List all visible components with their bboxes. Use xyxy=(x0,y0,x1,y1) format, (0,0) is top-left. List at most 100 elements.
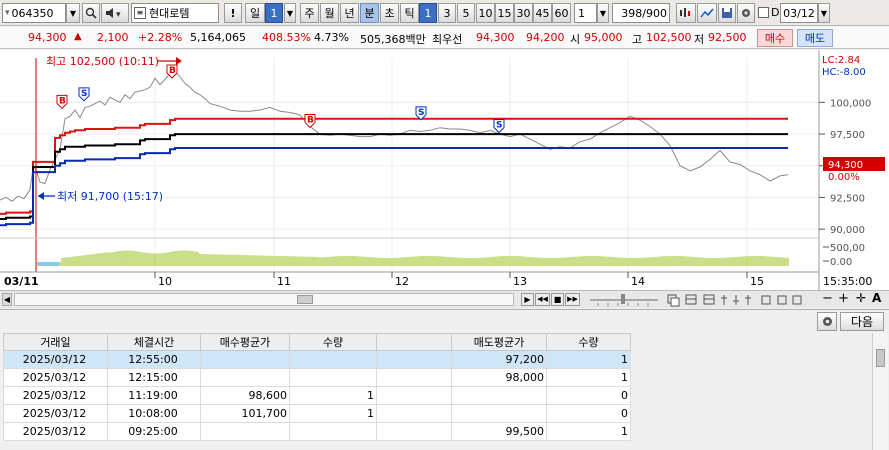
cell-buy-qty xyxy=(289,368,377,387)
buy-signal-marker: B xyxy=(304,113,316,129)
sell-signal-marker: S xyxy=(78,87,90,102)
signal-label: B xyxy=(169,66,176,76)
sound-icon[interactable]: ▾ xyxy=(101,3,129,23)
grid-gear-icon[interactable] xyxy=(817,312,837,331)
cell-sell-avg: 97,200 xyxy=(451,350,547,369)
minute-15-button[interactable]: 15 xyxy=(495,3,514,23)
sell-button[interactable]: 매도 xyxy=(797,29,833,47)
header-sell-qty[interactable]: 수량 xyxy=(546,333,631,351)
table-row[interactable]: 2025/03/12 11:19:00 98,600 1 0 xyxy=(3,386,631,405)
unit-dropdown-button[interactable]: ▼ xyxy=(597,3,609,23)
search-icon[interactable] xyxy=(82,3,100,23)
high-price: 102,500 xyxy=(646,31,692,44)
period-day-count[interactable]: 1 xyxy=(265,3,283,23)
period-second[interactable]: 초 xyxy=(380,3,399,23)
zoom-in-button[interactable]: + xyxy=(838,291,849,306)
header-buy-qty[interactable]: 수량 xyxy=(289,333,377,351)
alert-button[interactable]: ! xyxy=(224,3,242,23)
cell-buy-avg xyxy=(200,368,290,387)
quote-bar: 94,300 ▲ 2,100 +2.28% 5,164,065 408.53% … xyxy=(0,27,889,49)
grid-scroll-thumb[interactable] xyxy=(876,349,885,367)
next-button[interactable]: 다음 xyxy=(840,312,884,331)
code-dropdown-button[interactable]: ▼ xyxy=(66,3,80,23)
stop-button[interactable]: ■ xyxy=(551,293,564,306)
rewind-button[interactable]: ◀◀ xyxy=(535,293,550,306)
d-label: D xyxy=(771,6,780,19)
turnover-percent: 4.73% xyxy=(314,31,349,44)
font-size-button[interactable]: A xyxy=(872,291,881,305)
period-year[interactable]: 년 xyxy=(340,3,359,23)
cell-exec-time: 11:19:00 xyxy=(107,386,201,405)
stock-name-field[interactable]: ≡ 현대로템 xyxy=(131,3,219,23)
table-row[interactable]: 2025/03/12 09:25:00 99,500 1 xyxy=(3,422,631,441)
chart-tool-icon[interactable] xyxy=(697,3,717,23)
cell-buy-qty xyxy=(289,350,377,369)
signal-label: S xyxy=(81,89,87,99)
header-sell-avg[interactable]: 매도평균가 xyxy=(451,333,547,351)
current-price-label: 94,300 xyxy=(828,160,863,171)
x-tick-label: 10 xyxy=(158,275,172,288)
scroll-thumb[interactable] xyxy=(297,295,313,304)
period-minute[interactable]: 분 xyxy=(360,3,379,23)
zoom-slider[interactable] xyxy=(588,293,662,307)
trades-table: 거래일 체결시간 매수평균가 수량 매도평균가 수량 2025/03/12 12:… xyxy=(3,333,631,441)
period-day[interactable]: 일 xyxy=(245,3,265,23)
count-total: /900 xyxy=(642,6,667,20)
cell-exec-time: 12:15:00 xyxy=(107,368,201,387)
count-field[interactable]: 398/900 xyxy=(612,3,670,23)
cell-buy-avg: 101,700 xyxy=(200,404,290,423)
best-bid: 94,200 xyxy=(526,31,565,44)
save-icon[interactable] xyxy=(718,3,736,23)
play-button[interactable]: ▶ xyxy=(521,293,534,306)
buy-button[interactable]: 매수 xyxy=(757,29,793,47)
forward-button[interactable]: ▶▶ xyxy=(565,293,580,306)
header-trade-date[interactable]: 거래일 xyxy=(3,333,108,351)
y-tick-label: 97,500 xyxy=(830,130,865,141)
cell-blank xyxy=(376,404,452,423)
period-month[interactable]: 월 xyxy=(320,3,339,23)
cell-blank xyxy=(376,386,452,405)
date-dropdown-button[interactable]: ▼ xyxy=(818,3,830,23)
open-price: 95,000 xyxy=(584,31,623,44)
table-row[interactable]: 2025/03/12 12:15:00 98,000 1 xyxy=(3,368,631,387)
header-buy-avg[interactable]: 매수평균가 xyxy=(200,333,290,351)
cell-sell-avg xyxy=(451,404,547,423)
minute-1-button[interactable]: 1 xyxy=(419,3,437,23)
stock-code-input[interactable]: ▾ 064350 xyxy=(2,3,66,23)
y-tick-label: 100,000 xyxy=(830,98,871,109)
minute-60-button[interactable]: 60 xyxy=(552,3,571,23)
minute-30-button[interactable]: 30 xyxy=(514,3,533,23)
table-row[interactable]: 2025/03/12 12:55:00 97,200 1 xyxy=(3,350,631,369)
period-week[interactable]: 주 xyxy=(300,3,319,23)
minute-45-button[interactable]: 45 xyxy=(533,3,552,23)
unit-input[interactable]: 1 xyxy=(574,3,597,23)
minute-3-button[interactable]: 3 xyxy=(438,3,456,23)
period-tick[interactable]: 틱 xyxy=(400,3,419,23)
x-tick-label: 13 xyxy=(513,275,527,288)
indicator-icon[interactable] xyxy=(676,3,696,23)
minute-5-button[interactable]: 5 xyxy=(457,3,475,23)
cell-trade-date: 2025/03/12 xyxy=(3,422,108,441)
header-exec-time[interactable]: 체결시간 xyxy=(107,333,201,351)
d-checkbox[interactable] xyxy=(758,7,769,18)
cell-buy-avg xyxy=(200,422,290,441)
header-blank[interactable] xyxy=(376,333,452,351)
table-row[interactable]: 2025/03/12 10:08:00 101,700 1 0 xyxy=(3,404,631,423)
chart-area[interactable]: BSBBSS LC:2.84 HC:-8.00 100,00097,50095,… xyxy=(0,50,889,290)
stock-code-text: 064350 xyxy=(11,6,54,20)
series-lower-line xyxy=(0,147,788,227)
minute-10-button[interactable]: 10 xyxy=(476,3,495,23)
scroll-track[interactable] xyxy=(14,293,514,306)
chart-tools-icon[interactable] xyxy=(666,293,816,307)
gear-icon[interactable] xyxy=(737,3,755,23)
cell-trade-date: 2025/03/12 xyxy=(3,404,108,423)
signal-label: B xyxy=(59,96,66,106)
period-dropdown-button[interactable]: ▼ xyxy=(284,3,296,23)
scroll-left-button[interactable]: ◀ xyxy=(2,293,12,306)
x-tick-label: 15 xyxy=(750,275,764,288)
grid-vertical-scrollbar[interactable] xyxy=(872,333,888,450)
crosshair-icon[interactable]: ✛ xyxy=(856,291,866,305)
best-ask: 94,300 xyxy=(476,31,515,44)
zoom-out-button[interactable]: − xyxy=(822,291,833,306)
date-input[interactable]: 03/12 xyxy=(780,3,818,23)
